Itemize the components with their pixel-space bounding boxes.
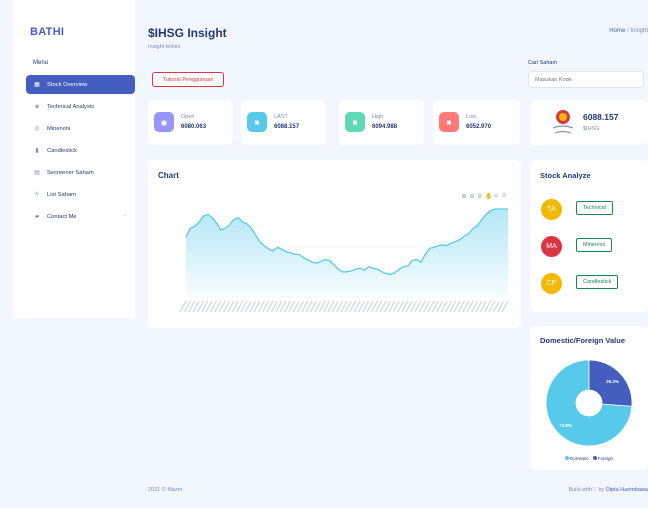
legend-label: Foreign [597, 456, 614, 461]
square-icon: ■ [247, 112, 267, 132]
footer-copyright: 2021 © Mazer [148, 487, 183, 493]
stat-label: High [372, 114, 384, 120]
stack-icon: ◈ [34, 104, 40, 110]
technical-button[interactable]: Technical [576, 201, 613, 215]
sidebar-item-contact-me[interactable]: ▰ Contact Me ⌄ [26, 207, 135, 226]
donut-legend: Domestic Foreign [530, 456, 648, 461]
search-input[interactable] [528, 71, 644, 88]
stock-analyze-card: Stock Analyze TA Technical MA Minervini … [530, 160, 648, 312]
avatar-ma: MA [541, 236, 562, 257]
stock-analyze-title: Stock Analyze [540, 171, 591, 180]
breadcrumb-current: Insight [630, 28, 648, 34]
stat-value: 6080.063 [181, 124, 207, 130]
sidebar-item-stock-overview[interactable]: ▦ Stock Overview [26, 75, 135, 94]
donut-label-domestic: 73.8% [559, 423, 572, 428]
chart-area-fill [186, 209, 508, 298]
stat-card-high: ■ High 6094.988 [339, 100, 424, 145]
chevron-down-icon: ⌄ [122, 212, 127, 218]
sidebar-item-label: Stock Overview [47, 81, 88, 88]
sidebar-item-candlestick[interactable]: ▮ Candlestick [26, 141, 135, 160]
breadcrumb-home[interactable]: Home [609, 28, 625, 34]
stat-value: 6094.988 [372, 124, 398, 130]
sidebar-item-label: Contact Me [47, 213, 77, 220]
brand-logo[interactable]: BATHI [30, 26, 64, 38]
search-label: Cari Saham [528, 60, 558, 66]
donut-label-foreign: 26.2% [606, 379, 619, 384]
legend-label: Domestic [569, 456, 589, 461]
footer-credit: Build with♡ by Dipta Harimbawa [568, 487, 648, 493]
sidebar-item-label: List Saham [47, 191, 76, 198]
sidebar-item-label: Minervini [47, 125, 71, 132]
square-icon: ■ [439, 112, 459, 132]
ihsg-card[interactable]: 6088.157 $IHSG [530, 100, 648, 145]
sidebar-item-label: Secreener Saham [47, 169, 94, 176]
ihsg-symbol: $IHSG [583, 126, 600, 132]
ihsg-price: 6088.157 [583, 112, 619, 122]
stat-card-open: ◉ Open 6080.063 [148, 100, 233, 145]
page-title: $IHSG Insight [148, 26, 227, 40]
minervini-button[interactable]: Minervini [576, 238, 613, 252]
stat-label: LAST [274, 114, 288, 120]
breadcrumb: Home / Insight [609, 28, 648, 34]
candlestick-button[interactable]: Candlestick [576, 275, 619, 289]
footer-by: by [596, 487, 606, 493]
briefcase-icon: ▰ [34, 214, 40, 220]
sidebar-item-label: Technical Analysis [47, 103, 95, 110]
sidebar-menu: ▦ Stock Overview ◈ Technical Analysis ◎ … [26, 75, 135, 229]
stat-value: 6052.970 [466, 124, 492, 130]
avatar-cp: CP [541, 273, 562, 294]
eye-icon: ◉ [154, 112, 174, 132]
stat-card-low: ■ Low 6052.970 [433, 100, 520, 145]
price-area-chart [179, 204, 509, 313]
sidebar-item-screener[interactable]: ▤ Secreener Saham [26, 163, 135, 182]
domestic-foreign-donut: 73.8% 26.2% [545, 359, 633, 447]
sidebar: BATHI Menu ▦ Stock Overview ◈ Technical … [13, 0, 135, 318]
square-icon: ■ [345, 112, 365, 132]
lightning-icon: ϟ [35, 191, 39, 198]
table-icon: ▤ [34, 170, 40, 176]
stat-card-last: ■ LAST 6088.157 [241, 100, 326, 145]
menu-title: Menu [33, 60, 49, 66]
footer-author-link[interactable]: Dipta Harimbawa [606, 487, 648, 493]
coin-icon: ◎ [34, 126, 40, 132]
bar-chart-icon: ▮ [35, 148, 39, 154]
ihsg-emblem-icon [552, 110, 574, 134]
domestic-foreign-card: Domestic/Foreign Value 73.8% 26.2% Domest… [530, 326, 648, 470]
sidebar-item-label: Candlestick [47, 147, 77, 154]
legend-item-foreign: Foreign [592, 456, 614, 461]
sidebar-item-technical-analysis[interactable]: ◈ Technical Analysis [26, 97, 135, 116]
stat-value: 6088.157 [274, 124, 300, 130]
sidebar-item-list-saham[interactable]: ϟ List Saham [26, 185, 135, 204]
footer-prefix: Build with [568, 487, 592, 493]
page-subtitle: Insight terkini [148, 44, 181, 50]
stat-label: Open [181, 114, 195, 120]
legend-item-domestic: Domestic [564, 456, 589, 461]
chart-card: Chart ⊕ ⊖ ⚲ ✋ ⌂ ≡ [148, 160, 521, 328]
grid-icon: ▦ [34, 82, 40, 88]
avatar-ta: TA [541, 199, 562, 220]
stat-label: Low [466, 114, 477, 120]
sidebar-item-minervini[interactable]: ◎ Minervini [26, 119, 135, 138]
tutorial-button[interactable]: Tutorial Penggunaan [152, 72, 224, 87]
